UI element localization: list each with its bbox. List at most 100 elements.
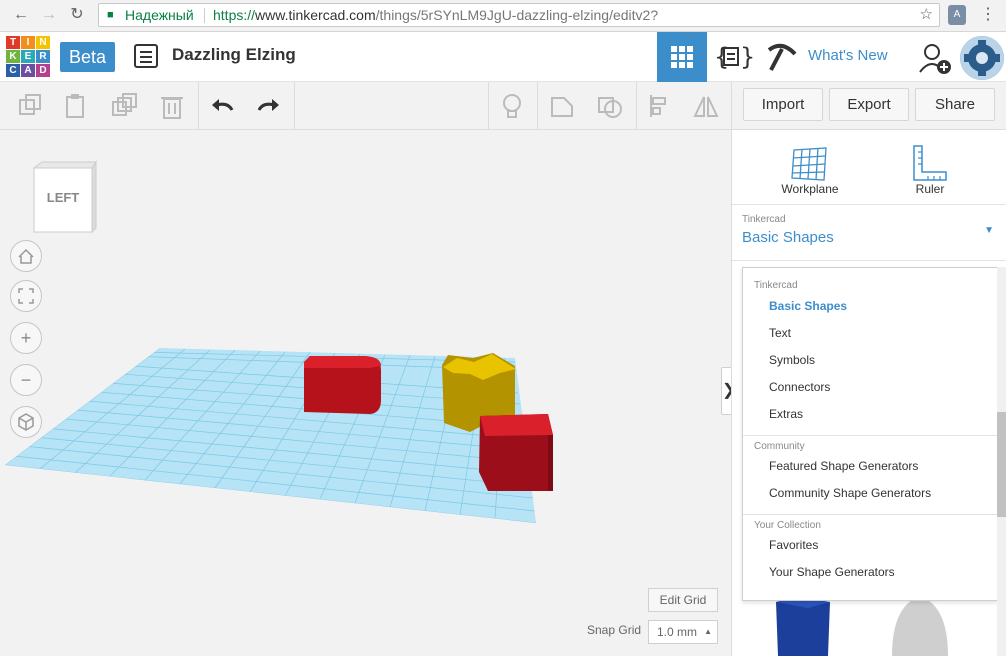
menu-item-connectors[interactable]: Connectors bbox=[769, 380, 830, 394]
home-view-button[interactable] bbox=[10, 240, 42, 272]
view-cube[interactable]: LEFT bbox=[30, 160, 98, 240]
menu-group-title: Tinkercad bbox=[754, 280, 798, 291]
panel-divider bbox=[732, 260, 1006, 261]
forward-arrow-icon[interactable]: → bbox=[38, 4, 60, 26]
toolbar-divider bbox=[294, 82, 295, 130]
bookmark-star-icon[interactable]: ☆ bbox=[920, 4, 933, 26]
menu-item-basic-shapes[interactable]: Basic Shapes bbox=[769, 299, 847, 313]
address-bar[interactable]: ■ Надежный https://www.tinkercad.com/thi… bbox=[98, 3, 940, 27]
shape-thumb-cylinder[interactable] bbox=[776, 602, 830, 656]
perspective-button[interactable] bbox=[10, 406, 42, 438]
undo-icon[interactable] bbox=[208, 92, 236, 120]
red-cube[interactable] bbox=[479, 414, 553, 491]
toolbar-divider bbox=[731, 82, 732, 130]
pickaxe-icon bbox=[767, 43, 797, 71]
reload-icon[interactable]: ↻ bbox=[66, 4, 88, 26]
workplane-tool[interactable]: Workplane bbox=[760, 138, 860, 200]
menu-item-featured-shape-generators[interactable]: Featured Shape Generators bbox=[769, 459, 918, 473]
share-button[interactable]: Share bbox=[915, 88, 995, 121]
minus-icon: − bbox=[20, 370, 32, 390]
app-window: ← → ↻ ■ Надежный https://www.tinkercad.c… bbox=[0, 0, 1006, 656]
logo-letter: T bbox=[6, 36, 20, 49]
snap-grid-select[interactable]: 1.0 mm ▲ bbox=[648, 620, 718, 644]
view-cube-face-label: LEFT bbox=[46, 190, 80, 205]
zoom-in-button[interactable]: + bbox=[10, 322, 42, 354]
menu-item-favorites[interactable]: Favorites bbox=[769, 538, 818, 552]
fit-view-icon bbox=[18, 288, 34, 304]
shape-thumbnails[interactable] bbox=[732, 596, 1006, 656]
toolbar-divider bbox=[488, 82, 489, 130]
logo-letter: I bbox=[21, 36, 35, 49]
lightbulb-icon[interactable] bbox=[498, 92, 526, 120]
3d-view-button[interactable] bbox=[657, 32, 707, 82]
ungroup-icon[interactable] bbox=[596, 92, 624, 120]
chevron-down-icon[interactable]: ▼ bbox=[984, 225, 994, 236]
panel-divider bbox=[732, 204, 1006, 205]
grid-icon bbox=[671, 46, 693, 68]
import-button[interactable]: Import bbox=[743, 88, 823, 121]
url-path: /things/5rSYnLM9JgU-dazzling-elzing/edit… bbox=[375, 7, 659, 23]
code-braces-icon: { } bbox=[714, 43, 755, 71]
duplicate-icon[interactable] bbox=[110, 92, 138, 120]
home-icon bbox=[18, 248, 34, 264]
logo-letter: K bbox=[6, 50, 20, 63]
secure-label: Надежный bbox=[125, 7, 194, 23]
red-rounded-box[interactable] bbox=[304, 356, 381, 414]
add-user-icon[interactable] bbox=[916, 40, 952, 76]
workplane-label: Workplane bbox=[781, 182, 839, 196]
snap-grid-value: 1.0 mm bbox=[657, 625, 698, 639]
extension-icon[interactable]: A bbox=[948, 5, 966, 25]
cube-icon bbox=[18, 413, 34, 431]
whats-new-link[interactable]: What's New bbox=[808, 47, 888, 64]
panel-scrollbar[interactable] bbox=[997, 267, 1006, 656]
align-icon[interactable] bbox=[646, 92, 674, 120]
tinkercad-logo[interactable]: T I N K E R C A D bbox=[6, 36, 50, 78]
edit-grid-button[interactable]: Edit Grid bbox=[648, 588, 718, 612]
menu-item-community-shape-generators[interactable]: Community Shape Generators bbox=[769, 486, 931, 500]
chevron-right-icon: ❯ bbox=[722, 382, 731, 399]
group-icon[interactable] bbox=[548, 92, 576, 120]
scrollbar-thumb[interactable] bbox=[997, 412, 1006, 517]
shapes-panel: Workplane Ruler Tinkercad Basic Shapes ▼… bbox=[731, 130, 1006, 656]
back-arrow-icon[interactable]: ← bbox=[10, 4, 32, 26]
menu-item-symbols[interactable]: Symbols bbox=[769, 353, 815, 367]
scene-canvas[interactable] bbox=[0, 130, 731, 656]
design-list-icon[interactable] bbox=[134, 44, 158, 68]
shape-thumb-paraboloid[interactable] bbox=[892, 596, 948, 656]
minecraft-button[interactable] bbox=[757, 32, 807, 82]
ruler-icon bbox=[913, 145, 947, 181]
delete-icon[interactable] bbox=[158, 92, 186, 120]
menu-item-extras[interactable]: Extras bbox=[769, 407, 803, 421]
copy-icon[interactable] bbox=[16, 92, 44, 120]
design-title[interactable]: Dazzling Elzing bbox=[172, 45, 296, 65]
paste-icon[interactable] bbox=[62, 92, 90, 120]
lock-icon: ■ bbox=[107, 9, 114, 21]
mirror-icon[interactable] bbox=[692, 92, 720, 120]
menu-group-title: Community bbox=[754, 441, 805, 452]
ruler-tool[interactable]: Ruler bbox=[880, 138, 980, 200]
library-selector[interactable]: Basic Shapes bbox=[742, 229, 834, 246]
logo-letter: R bbox=[36, 50, 50, 63]
fit-view-button[interactable] bbox=[10, 280, 42, 312]
user-avatar[interactable] bbox=[960, 36, 1004, 80]
logo-letter: A bbox=[21, 64, 35, 77]
codeblocks-button[interactable]: { } bbox=[707, 32, 757, 82]
menu-item-text[interactable]: Text bbox=[769, 326, 791, 340]
redo-icon[interactable] bbox=[255, 92, 283, 120]
logo-letter: C bbox=[6, 64, 20, 77]
url-host: www.tinkercad.com bbox=[255, 7, 376, 23]
panel-collapse-toggle[interactable]: ❯ bbox=[721, 367, 731, 415]
workplane-viewport[interactable]: LEFT + − Edit Grid Snap Grid 1.0 mm ▲ ❯ bbox=[0, 130, 731, 656]
logo-letter: E bbox=[21, 50, 35, 63]
menu-item-your-shape-generators[interactable]: Your Shape Generators bbox=[769, 565, 895, 579]
url-text: https://www.tinkercad.com/things/5rSYnLM… bbox=[213, 4, 658, 26]
menu-group-title: Your Collection bbox=[754, 520, 821, 531]
export-button[interactable]: Export bbox=[829, 88, 909, 121]
toolbar-divider bbox=[198, 82, 199, 130]
logo-letter: D bbox=[36, 64, 50, 77]
beta-badge[interactable]: Beta bbox=[60, 42, 115, 72]
library-dropdown-menu: Tinkercad Basic Shapes Text Symbols Conn… bbox=[742, 267, 998, 601]
browser-menu-icon[interactable]: ⋮ bbox=[980, 4, 996, 26]
edit-toolbar: Import Export Share bbox=[0, 82, 1006, 130]
zoom-out-button[interactable]: − bbox=[10, 364, 42, 396]
